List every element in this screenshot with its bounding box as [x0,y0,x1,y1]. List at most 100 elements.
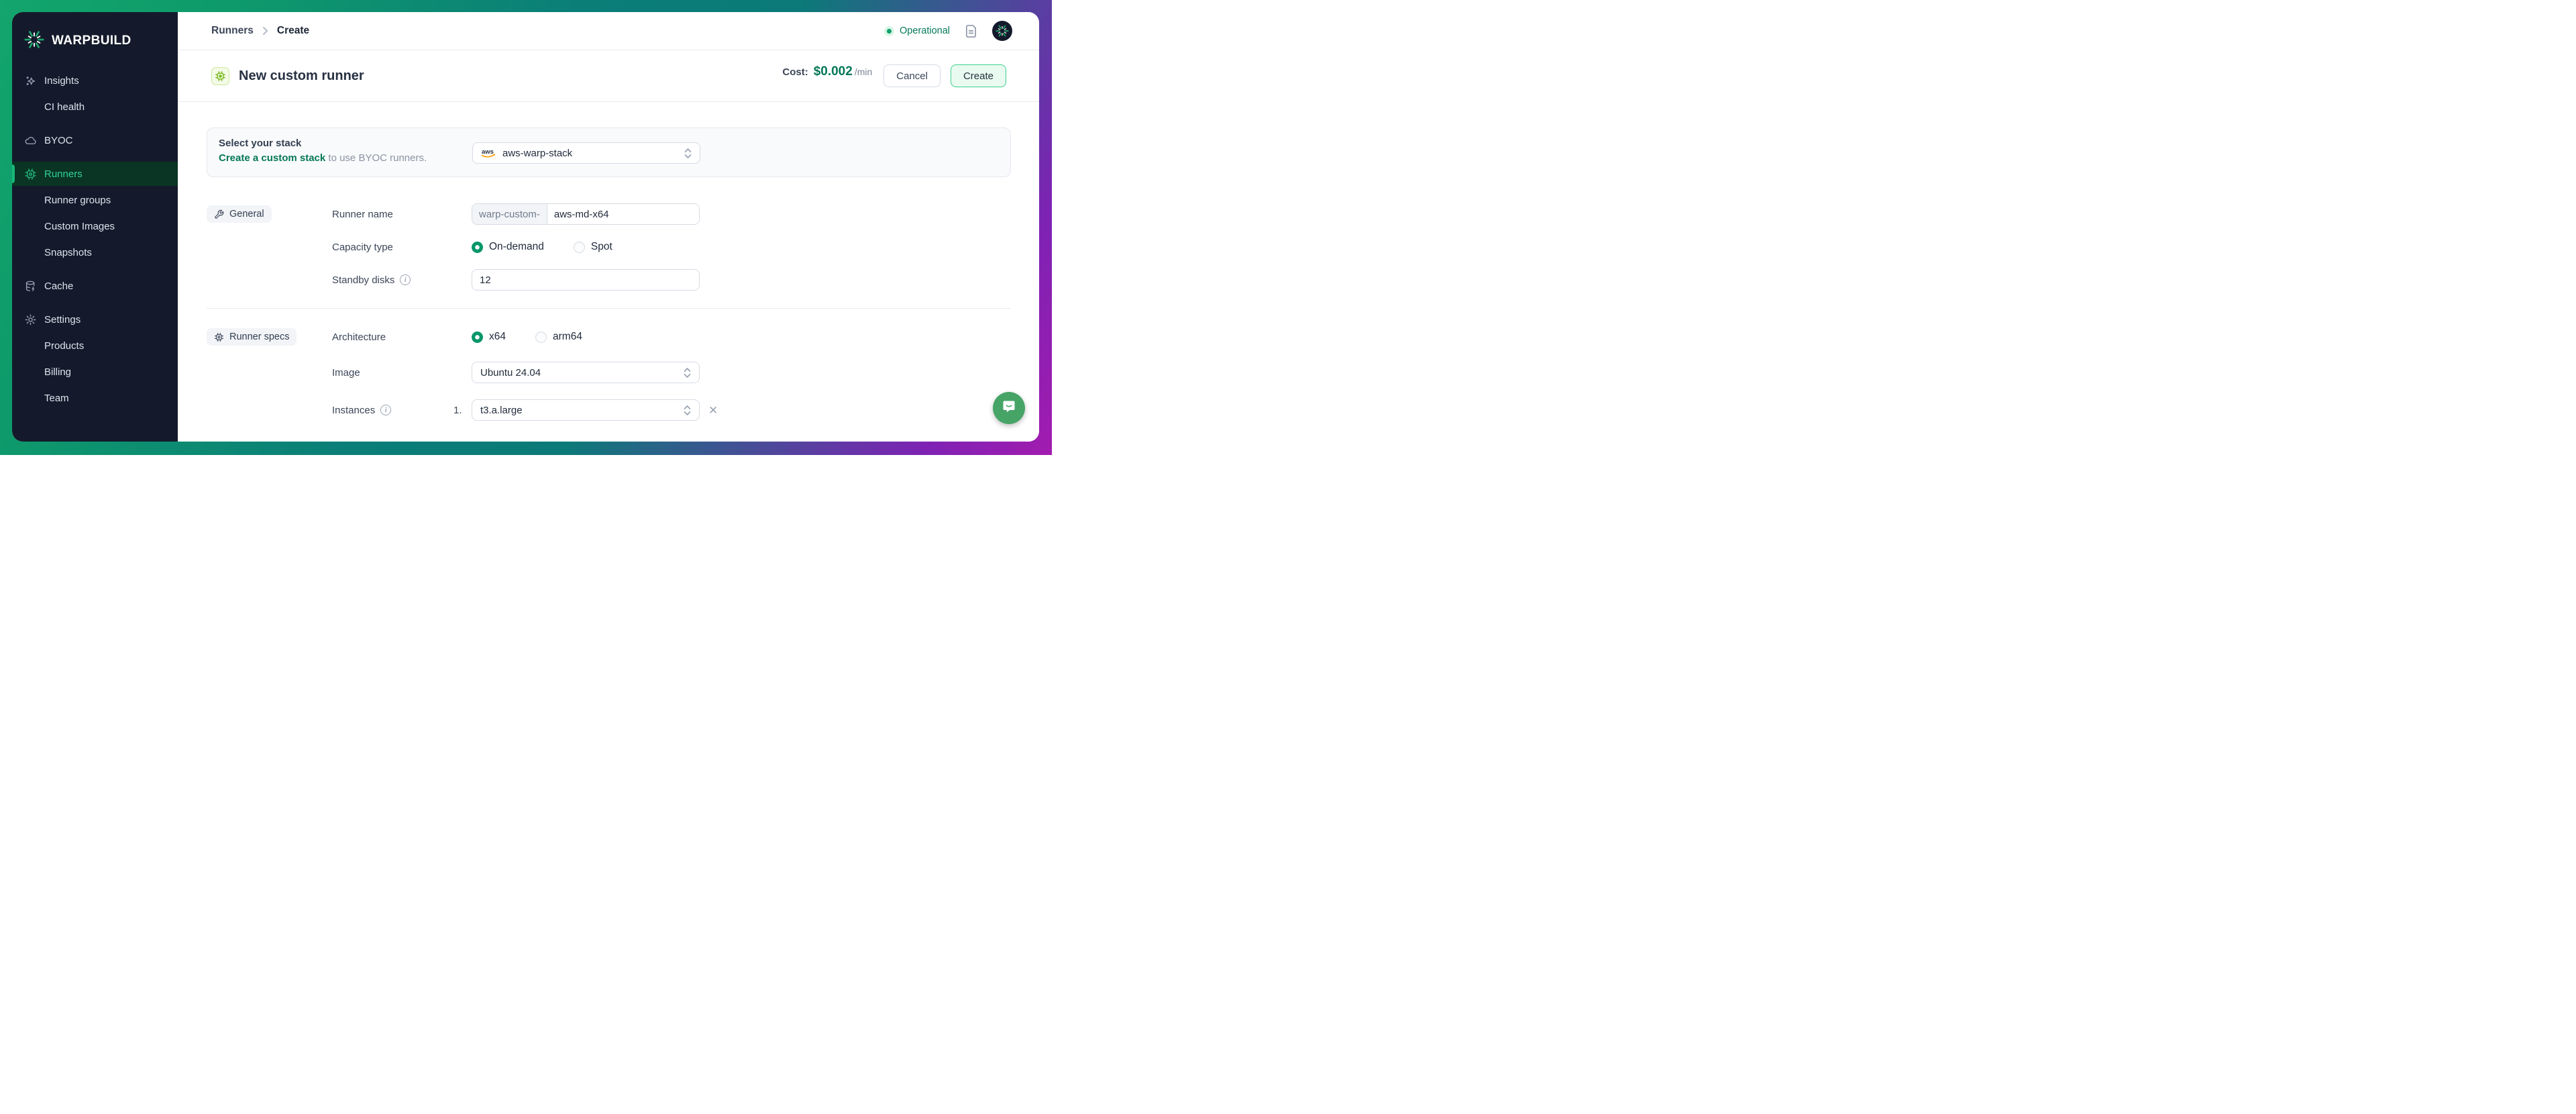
runner-form: General Runner name warp-custom- [207,203,1011,421]
runner-chip-icon [211,67,229,85]
image-row: Image Ubuntu 24.04 [207,362,1011,383]
aws-logo-icon: aws [481,148,496,158]
cost-value: $0.002 [814,64,853,79]
architecture-label: Architecture [332,332,386,343]
sidebar-item-label: CI health [44,101,85,113]
cloud-icon [23,134,38,147]
sidebar-item-runners[interactable]: Runners [12,162,178,186]
radio-x64[interactable] [472,332,483,343]
instance-type-value: t3.a.large [480,405,523,416]
radio-on-demand-label[interactable]: On-demand [489,241,544,253]
info-icon[interactable]: i [400,274,411,285]
radio-on-demand[interactable] [472,242,483,253]
chip-icon [23,168,38,181]
form-content: Select your stack Create a custom stack … [178,102,1039,442]
chat-widget-button[interactable] [993,392,1025,424]
radio-x64-label[interactable]: x64 [489,331,506,343]
avatar[interactable] [992,21,1012,41]
image-select-value: Ubuntu 24.04 [480,367,541,378]
runner-name-row: General Runner name warp-custom- [207,203,1011,225]
docs-icon[interactable] [965,24,977,38]
sidebar-item-byoc[interactable]: BYOC [12,128,178,152]
chip-icon [214,332,224,342]
standby-disks-input[interactable] [472,269,700,291]
database-bolt-icon [23,280,38,293]
sidebar-item-label: Billing [44,366,71,378]
create-button[interactable]: Create [951,64,1006,87]
gear-icon [23,313,38,326]
radio-spot[interactable] [574,242,585,253]
select-chevrons-icon [684,367,691,378]
sidebar-item-label: Snapshots [44,247,92,258]
radio-spot-label[interactable]: Spot [591,241,612,253]
wrench-icon [214,209,224,219]
runner-name-input-group: warp-custom- [472,203,700,225]
cancel-button[interactable]: Cancel [883,64,941,87]
desktop-background: WARPBUILD Insights CI health [0,0,1052,455]
radio-arm64[interactable] [535,332,547,343]
page-title: New custom runner [239,68,364,84]
stack-select-value: aws-warp-stack [502,148,572,159]
sidebar-nav: Insights CI health BYOC [12,68,178,410]
remove-instance-icon[interactable]: ✕ [708,405,718,416]
select-chevrons-icon [684,405,691,416]
brand[interactable]: WARPBUILD [12,12,178,52]
topbar-right: Operational [884,21,1012,41]
sidebar-item-billing[interactable]: Billing [12,360,178,384]
sidebar-item-team[interactable]: Team [12,386,178,410]
image-select[interactable]: Ubuntu 24.04 [472,362,700,383]
page-header: New custom runner Cost: $0.002 /min Canc… [178,50,1039,102]
create-custom-stack-link[interactable]: Create a custom stack [219,152,325,164]
sidebar-item-label: Products [44,340,84,352]
breadcrumb: Runners Create [211,25,309,37]
sidebar-item-label: BYOC [44,135,73,146]
capacity-type-label: Capacity type [332,242,393,253]
header-actions: Cost: $0.002 /min Cancel Create [782,64,1006,87]
sidebar-item-snapshots[interactable]: Snapshots [12,240,178,264]
runner-name-input[interactable] [547,204,699,224]
general-section-badge: General [207,205,272,223]
runner-specs-section-badge: Runner specs [207,328,297,346]
sidebar-item-runner-groups[interactable]: Runner groups [12,188,178,212]
instance-index: 1. [453,405,462,416]
sidebar-item-label: Insights [44,75,79,87]
status-badge[interactable]: Operational [884,26,950,36]
sidebar: WARPBUILD Insights CI health [12,12,178,442]
sidebar-item-products[interactable]: Products [12,334,178,358]
radio-arm64-label[interactable]: arm64 [553,331,582,343]
standby-disks-label: Standby disks [332,274,394,286]
standby-disks-row: Standby disks i [207,269,1011,291]
app-window: WARPBUILD Insights CI health [12,12,1039,442]
sidebar-item-insights[interactable]: Insights [12,68,178,93]
image-label: Image [332,367,360,378]
select-chevrons-icon [684,148,692,159]
sidebar-item-label: Runners [44,168,83,180]
sidebar-item-settings[interactable]: Settings [12,307,178,332]
chevron-right-icon [262,26,268,36]
info-icon[interactable]: i [380,405,391,415]
sidebar-item-custom-images[interactable]: Custom Images [12,214,178,238]
general-section-label: General [229,209,264,219]
chat-bubble-icon [1001,399,1017,418]
runner-name-prefix: warp-custom- [472,204,547,224]
capacity-type-row: Capacity type On-demand Spot [207,241,1011,253]
sidebar-item-cache[interactable]: Cache [12,274,178,298]
brand-name: WARPBUILD [52,34,131,48]
instances-label: Instances [332,405,375,416]
warpbuild-logo-icon [24,30,44,53]
sidebar-item-label: Cache [44,281,73,292]
sparkles-icon [23,74,38,87]
status-label: Operational [900,26,950,36]
section-divider [207,308,1011,309]
sidebar-item-ci-health[interactable]: CI health [12,95,178,119]
breadcrumb-create: Create [277,25,309,37]
sidebar-item-label: Custom Images [44,221,115,232]
main-area: Runners Create Operational [178,12,1039,442]
instance-type-select[interactable]: t3.a.large [472,399,700,421]
runner-name-label: Runner name [332,209,393,220]
svg-text:aws: aws [482,148,494,156]
stack-panel: Select your stack Create a custom stack … [207,128,1011,177]
breadcrumb-runners[interactable]: Runners [211,25,254,37]
sidebar-item-label: Runner groups [44,195,111,206]
stack-select[interactable]: aws aws-warp-stack [472,142,700,164]
